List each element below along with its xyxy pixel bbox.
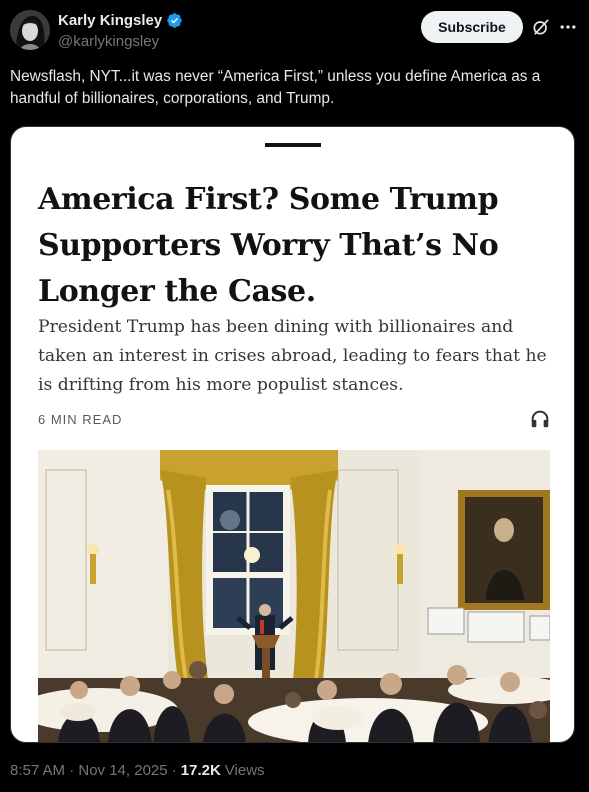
article-card[interactable]: America First? Some Trump Supporters Wor… <box>10 126 575 743</box>
avatar-image <box>10 10 50 50</box>
article-summary: President Trump has been dining with bil… <box>38 317 547 395</box>
views-label: Views <box>224 762 265 779</box>
author-name[interactable]: Karly Kingsley <box>58 12 162 29</box>
grok-icon[interactable] <box>531 17 551 37</box>
author-name-row[interactable]: Karly Kingsley <box>58 12 183 29</box>
verified-badge-icon <box>167 13 182 28</box>
author-handle[interactable]: @karlykingsley <box>58 33 159 50</box>
subscribe-button[interactable]: Subscribe <box>421 11 523 43</box>
timestamp[interactable]: 8:57 AM · Nov 14, 2025 · <box>10 762 177 779</box>
avatar[interactable] <box>10 10 50 50</box>
headphones-icon[interactable] <box>529 408 551 430</box>
tweet-meta: 8:57 AM · Nov 14, 2025 · 17.2K Views <box>10 762 265 779</box>
article-photo <box>38 450 550 742</box>
more-icon[interactable] <box>558 17 578 37</box>
tweet-text: Newsflash, NYT...it was never “America F… <box>10 68 541 107</box>
views-count: 17.2K <box>180 762 221 779</box>
white-house-dinner-photo <box>38 450 550 742</box>
article-headline: America First? Some Trump Supporters Wor… <box>38 182 499 309</box>
card-top-bar <box>265 143 321 147</box>
read-time: 6 MIN READ <box>38 412 123 427</box>
